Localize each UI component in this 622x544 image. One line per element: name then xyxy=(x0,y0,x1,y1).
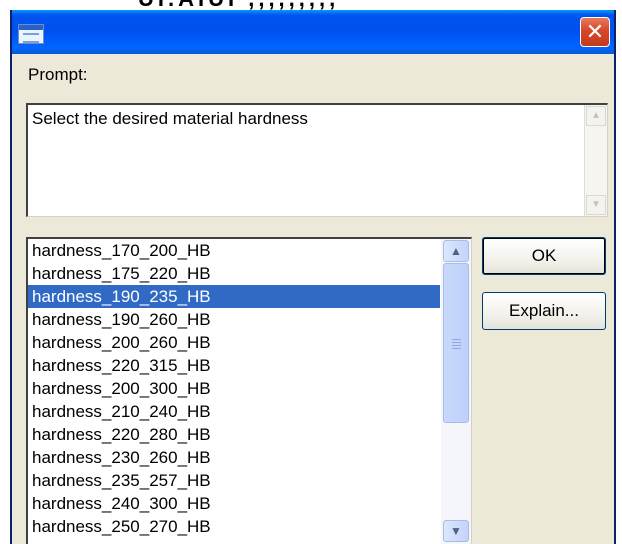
selection-dialog: ✕ Prompt: Select the desired material ha… xyxy=(10,10,616,544)
list-scroll-up-button[interactable]: ▲ xyxy=(443,240,469,262)
prompt-text: Select the desired material hardness xyxy=(32,109,308,128)
list-scroll-down-button[interactable]: ▼ xyxy=(443,520,469,542)
cropped-background-text: UI.AIUI ,,,,,,,,, xyxy=(138,0,339,10)
explain-button[interactable]: Explain... xyxy=(482,292,606,330)
list-item[interactable]: hardness_220_280_HB xyxy=(28,423,440,446)
application-icon xyxy=(18,24,44,44)
grip-line xyxy=(452,339,461,340)
prompt-textbox: Select the desired material hardness ▲ ▼ xyxy=(26,103,608,217)
prompt-label: Prompt: xyxy=(28,65,88,84)
list-item[interactable]: hardness_190_235_HB xyxy=(28,285,440,308)
chevron-up-icon: ▲ xyxy=(450,244,462,258)
title-bar[interactable]: ✕ xyxy=(12,10,614,54)
prompt-scroll-down-button: ▼ xyxy=(586,195,606,215)
close-button[interactable]: ✕ xyxy=(580,17,610,47)
list-item[interactable]: hardness_170_200_HB xyxy=(28,239,440,262)
ok-button[interactable]: OK xyxy=(482,237,606,275)
hardness-listbox[interactable]: hardness_170_200_HB hardness_175_220_HB ha… xyxy=(26,237,472,544)
list-items: hardness_170_200_HB hardness_175_220_HB ha… xyxy=(28,239,440,538)
list-item[interactable]: hardness_240_300_HB xyxy=(28,492,440,515)
list-item[interactable]: hardness_200_300_HB xyxy=(28,377,440,400)
prompt-scrollbar: ▲ ▼ xyxy=(584,105,607,216)
list-item[interactable]: hardness_250_270_HB xyxy=(28,515,440,538)
list-item[interactable]: hardness_210_240_HB xyxy=(28,400,440,423)
list-item[interactable]: hardness_235_257_HB xyxy=(28,469,440,492)
list-item[interactable]: hardness_190_260_HB xyxy=(28,308,440,331)
grip-line xyxy=(452,348,461,349)
list-item[interactable]: hardness_200_260_HB xyxy=(28,331,440,354)
close-icon: ✕ xyxy=(585,19,605,44)
list-item[interactable]: hardness_175_220_HB xyxy=(28,262,440,285)
list-scroll-thumb[interactable] xyxy=(443,263,469,423)
grip-line xyxy=(452,342,461,343)
grip-line xyxy=(452,345,461,346)
background-strip: UI.AIUI ,,,,,,,,, xyxy=(0,0,622,10)
chevron-up-icon: ▲ xyxy=(591,110,601,121)
list-item[interactable]: hardness_220_315_HB xyxy=(28,354,440,377)
list-scrollbar[interactable]: ▲ ▼ xyxy=(441,239,471,544)
chevron-down-icon: ▼ xyxy=(591,199,601,210)
list-item[interactable]: hardness_230_260_HB xyxy=(28,446,440,469)
chevron-down-icon: ▼ xyxy=(450,524,462,538)
prompt-scroll-up-button: ▲ xyxy=(586,106,606,126)
